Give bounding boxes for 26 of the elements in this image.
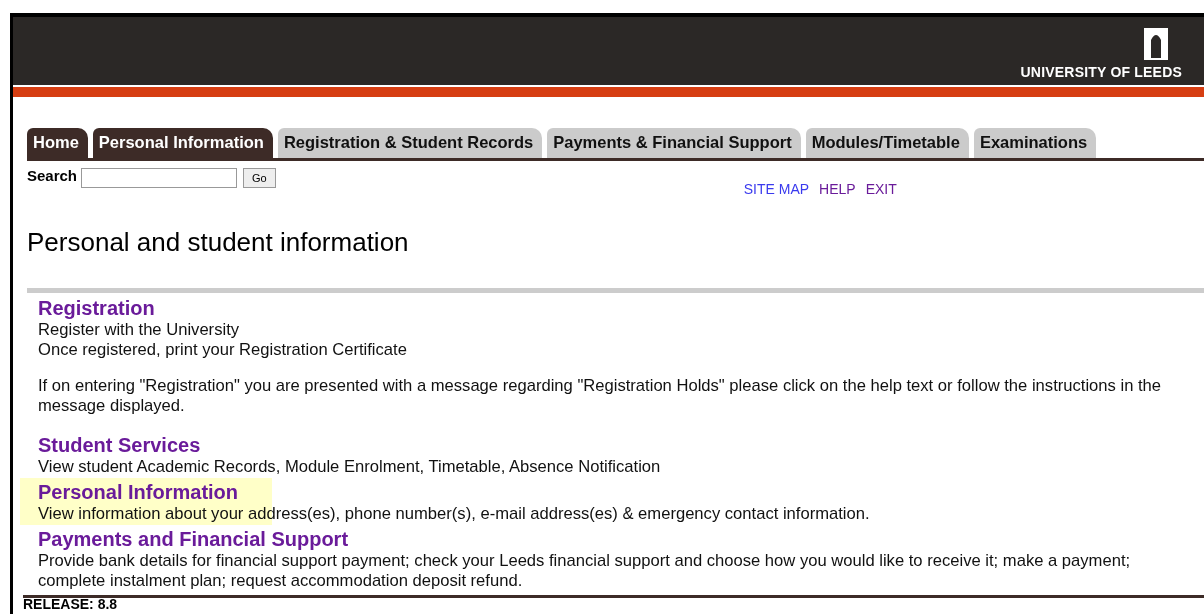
nav-tab[interactable]: Modules/Timetable xyxy=(805,128,969,158)
logo-text: UNIVERSITY OF LEEDS xyxy=(1020,64,1182,80)
section-description: View student Academic Records, Module Enrolment, Timetable, Absence Notification xyxy=(38,457,662,477)
search-label: Search xyxy=(27,167,78,184)
nav-tab[interactable]: Examinations xyxy=(973,128,1097,158)
section-link[interactable]: Registration xyxy=(38,297,155,320)
search-field[interactable] xyxy=(81,168,238,188)
section-link[interactable]: Student Services xyxy=(38,434,201,457)
section-link[interactable]: Personal Information xyxy=(38,481,239,504)
nav-tab[interactable]: Payments & Financial Support xyxy=(547,128,801,158)
nav-tab[interactable]: Registration & Student Records xyxy=(277,128,543,158)
nav-link[interactable]: SITE MAP xyxy=(743,181,810,207)
nav-tab[interactable]: Home xyxy=(27,128,88,158)
page-title: Personal and student information xyxy=(27,227,410,259)
tower-icon xyxy=(1144,28,1168,60)
section-description: Once registered, print your Registration Certificate xyxy=(38,340,408,360)
go-button[interactable]: Go xyxy=(243,168,276,188)
nav-tab[interactable]: Personal Information xyxy=(92,128,273,158)
section-link[interactable]: Payments and Financial Support xyxy=(38,528,349,551)
section-description: Register with the University xyxy=(38,320,241,340)
section-description: View information about your address(es), phone number(s), e-mail address(es) & emergency contact information. xyxy=(38,504,871,524)
section-description: Provide bank details for financial support payment; check your Leeds financial support and choose how you would like to receive it; make a payment; complete instalment plan; request accommodation deposit refund. xyxy=(38,551,1132,591)
section-note: If on entering "Registration" you are presented with a message regarding "Registration Holds" please click on the help text or follow the instructions in the message displayed. xyxy=(38,376,1163,416)
nav-link[interactable]: HELP xyxy=(819,181,856,207)
nav-link[interactable]: EXIT xyxy=(865,181,897,207)
release-text: RELEASE: 8.8 xyxy=(23,598,119,611)
